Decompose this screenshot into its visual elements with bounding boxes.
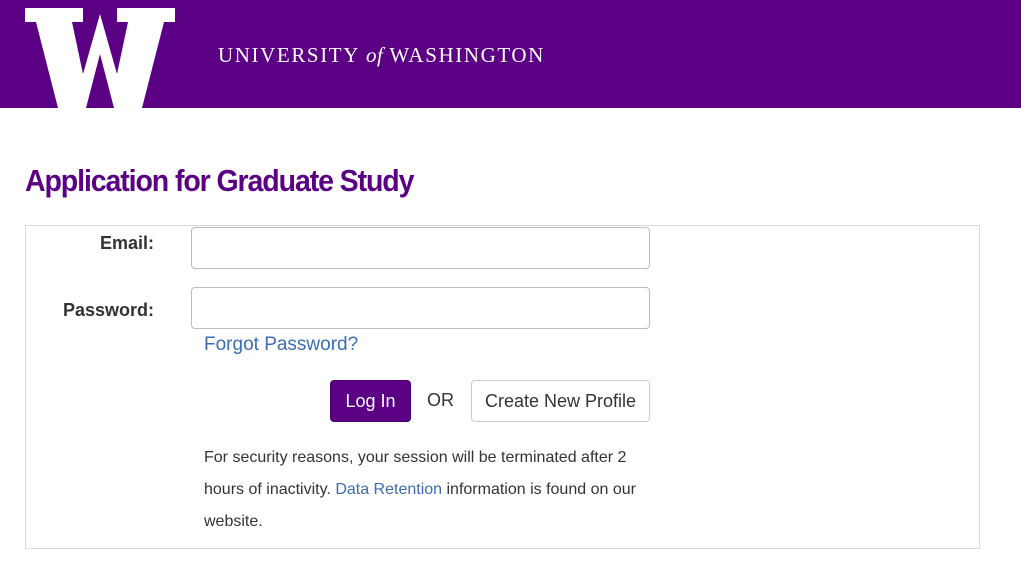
create-new-profile-button[interactable]: Create New Profile — [471, 380, 650, 422]
password-label: Password: — [62, 300, 154, 320]
password-field[interactable] — [191, 287, 650, 329]
login-button[interactable]: Log In — [330, 380, 411, 422]
wordmark-of: of — [366, 43, 384, 67]
security-notice: For security reasons, your session will … — [204, 442, 654, 538]
data-retention-link[interactable]: Data Retention — [335, 481, 442, 498]
site-header: UNIVERSITY of WASHINGTON — [0, 0, 1021, 108]
wordmark-university: UNIVERSITY — [218, 43, 360, 67]
email-label: Email: — [99, 233, 154, 253]
wordmark-washington: WASHINGTON — [389, 43, 545, 67]
page-title: Application for Graduate Study — [25, 163, 414, 198]
uw-w-logo-icon[interactable] — [25, 8, 175, 108]
or-separator: OR — [427, 390, 454, 410]
email-field[interactable] — [191, 227, 650, 269]
university-wordmark: UNIVERSITY of WASHINGTON — [218, 43, 545, 68]
forgot-password-link[interactable]: Forgot Password? — [204, 334, 358, 356]
